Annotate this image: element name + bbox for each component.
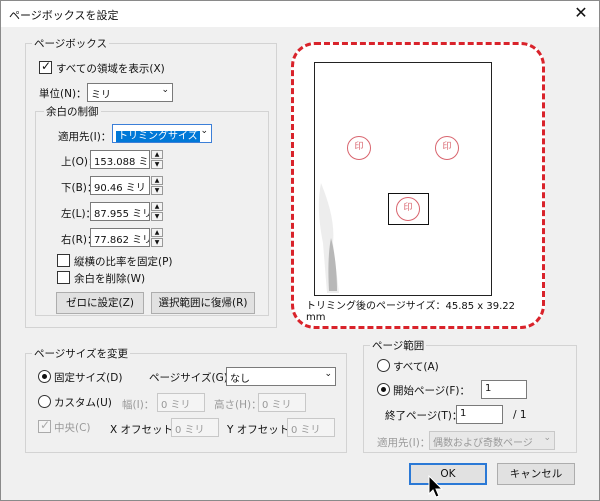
apply-to-label: 適用先(I)： (58, 131, 112, 143)
range-apply-select[interactable]: 偶数および奇数ページ ⌄ (429, 431, 555, 450)
apply-to-select[interactable]: トリミングサイズ ⌄ (112, 124, 212, 143)
right-margin-input[interactable]: 77.862 ミリ (90, 228, 150, 247)
end-page-label: 終了ページ(T)： (385, 410, 463, 422)
all-pages-radio[interactable] (377, 359, 390, 372)
page-box-legend: ページボックス (32, 36, 109, 51)
right-margin-stepper[interactable]: ▲ ▼ (151, 228, 163, 247)
end-page-input[interactable]: 1 (456, 405, 503, 424)
center-label: 中央(C) (54, 422, 91, 434)
page-thumbnail: 印 印 印 (314, 62, 492, 296)
window-title: ページボックスを設定 (9, 9, 119, 22)
seal-stamp: 印 (347, 136, 371, 160)
custom-size-radio[interactable] (38, 395, 51, 408)
top-margin-stepper[interactable]: ▲ ▼ (151, 150, 163, 169)
bottom-margin-stepper[interactable]: ▲ ▼ (151, 176, 163, 195)
bottom-margin-input[interactable]: 90.46 ミリ (90, 176, 150, 195)
custom-size-label: カスタム(U) (54, 397, 112, 409)
width-label: 幅(I)： (122, 399, 155, 411)
page-size-select[interactable]: なし ⌄ (226, 367, 336, 386)
page-size-value: なし (230, 374, 250, 385)
chevron-down-icon: ⌄ (324, 369, 332, 379)
seal-stamp: 印 (435, 136, 459, 160)
unit-select-value: ミリ (91, 90, 111, 101)
revert-selection-button[interactable]: 選択範囲に復帰(R) (151, 292, 255, 314)
dialog: ページボックスを設定 ✕ ページボックス すべての領域を表示(X) 単位(N)：… (0, 0, 600, 501)
height-input[interactable]: 0 ミリ (258, 393, 306, 412)
height-label: 高さ(H)： (214, 399, 262, 411)
start-page-label: 開始ページ(F)： (393, 385, 471, 397)
all-pages-label: すべて(A) (393, 361, 439, 373)
mouse-pointer-icon (428, 475, 444, 498)
y-offset-input[interactable]: 0 ミリ (287, 418, 335, 437)
chevron-down-icon: ⌄ (161, 85, 169, 95)
start-page-input[interactable]: 1 (481, 380, 527, 399)
show-all-checkbox[interactable] (39, 59, 52, 74)
page-size-legend: ページサイズを変更 (32, 346, 130, 361)
chevron-down-icon: ⌄ (543, 433, 551, 443)
close-icon[interactable]: ✕ (571, 3, 591, 23)
set-zero-button[interactable]: ゼロに設定(Z) (56, 292, 144, 314)
unit-label: 単位(N)： (39, 88, 87, 100)
unit-select[interactable]: ミリ ⌄ (87, 83, 173, 102)
ink-smudge (318, 183, 339, 293)
x-offset-input[interactable]: 0 ミリ (171, 418, 219, 437)
chevron-down-icon: ⌄ (200, 126, 208, 136)
lock-ratio-checkbox[interactable] (57, 254, 70, 267)
page-range-radio[interactable] (377, 383, 390, 396)
range-apply-label: 適用先(I)： (377, 437, 431, 449)
ok-button[interactable]: OK (409, 463, 487, 485)
title-bar: ページボックスを設定 ✕ (1, 1, 599, 27)
top-margin-input[interactable]: 153.088 ミリ (90, 150, 150, 169)
remove-white-checkbox[interactable] (57, 271, 70, 284)
lock-ratio-label: 縦横の比率を固定(P) (74, 256, 173, 268)
trim-size-caption: トリミング後のページサイズ：45.85 x 39.22 mm (306, 301, 516, 323)
apply-to-value: トリミングサイズ (116, 131, 200, 142)
page-size-label: ページサイズ(G)： (149, 372, 239, 384)
page-range-legend: ページ範囲 (370, 338, 427, 353)
trim-selection-box[interactable] (388, 193, 429, 225)
total-pages-label: / 1 (513, 409, 527, 421)
width-input[interactable]: 0 ミリ (157, 393, 205, 412)
remove-white-label: 余白を削除(W) (74, 273, 146, 285)
left-margin-input[interactable]: 87.955 ミリ (90, 202, 150, 221)
cancel-button[interactable]: キャンセル (497, 463, 575, 485)
fixed-size-label: 固定サイズ(D) (54, 372, 123, 384)
center-checkbox[interactable] (38, 418, 51, 433)
fixed-size-radio[interactable] (38, 370, 51, 383)
preview-panel: 印 印 印 トリミング後のページサイズ：45.85 x 39.22 mm (291, 42, 545, 329)
margin-legend: 余白の制御 (44, 104, 101, 119)
left-margin-stepper[interactable]: ▲ ▼ (151, 202, 163, 221)
show-all-label: すべての領域を表示(X) (56, 63, 165, 75)
range-apply-value: 偶数および奇数ページ (433, 438, 533, 449)
